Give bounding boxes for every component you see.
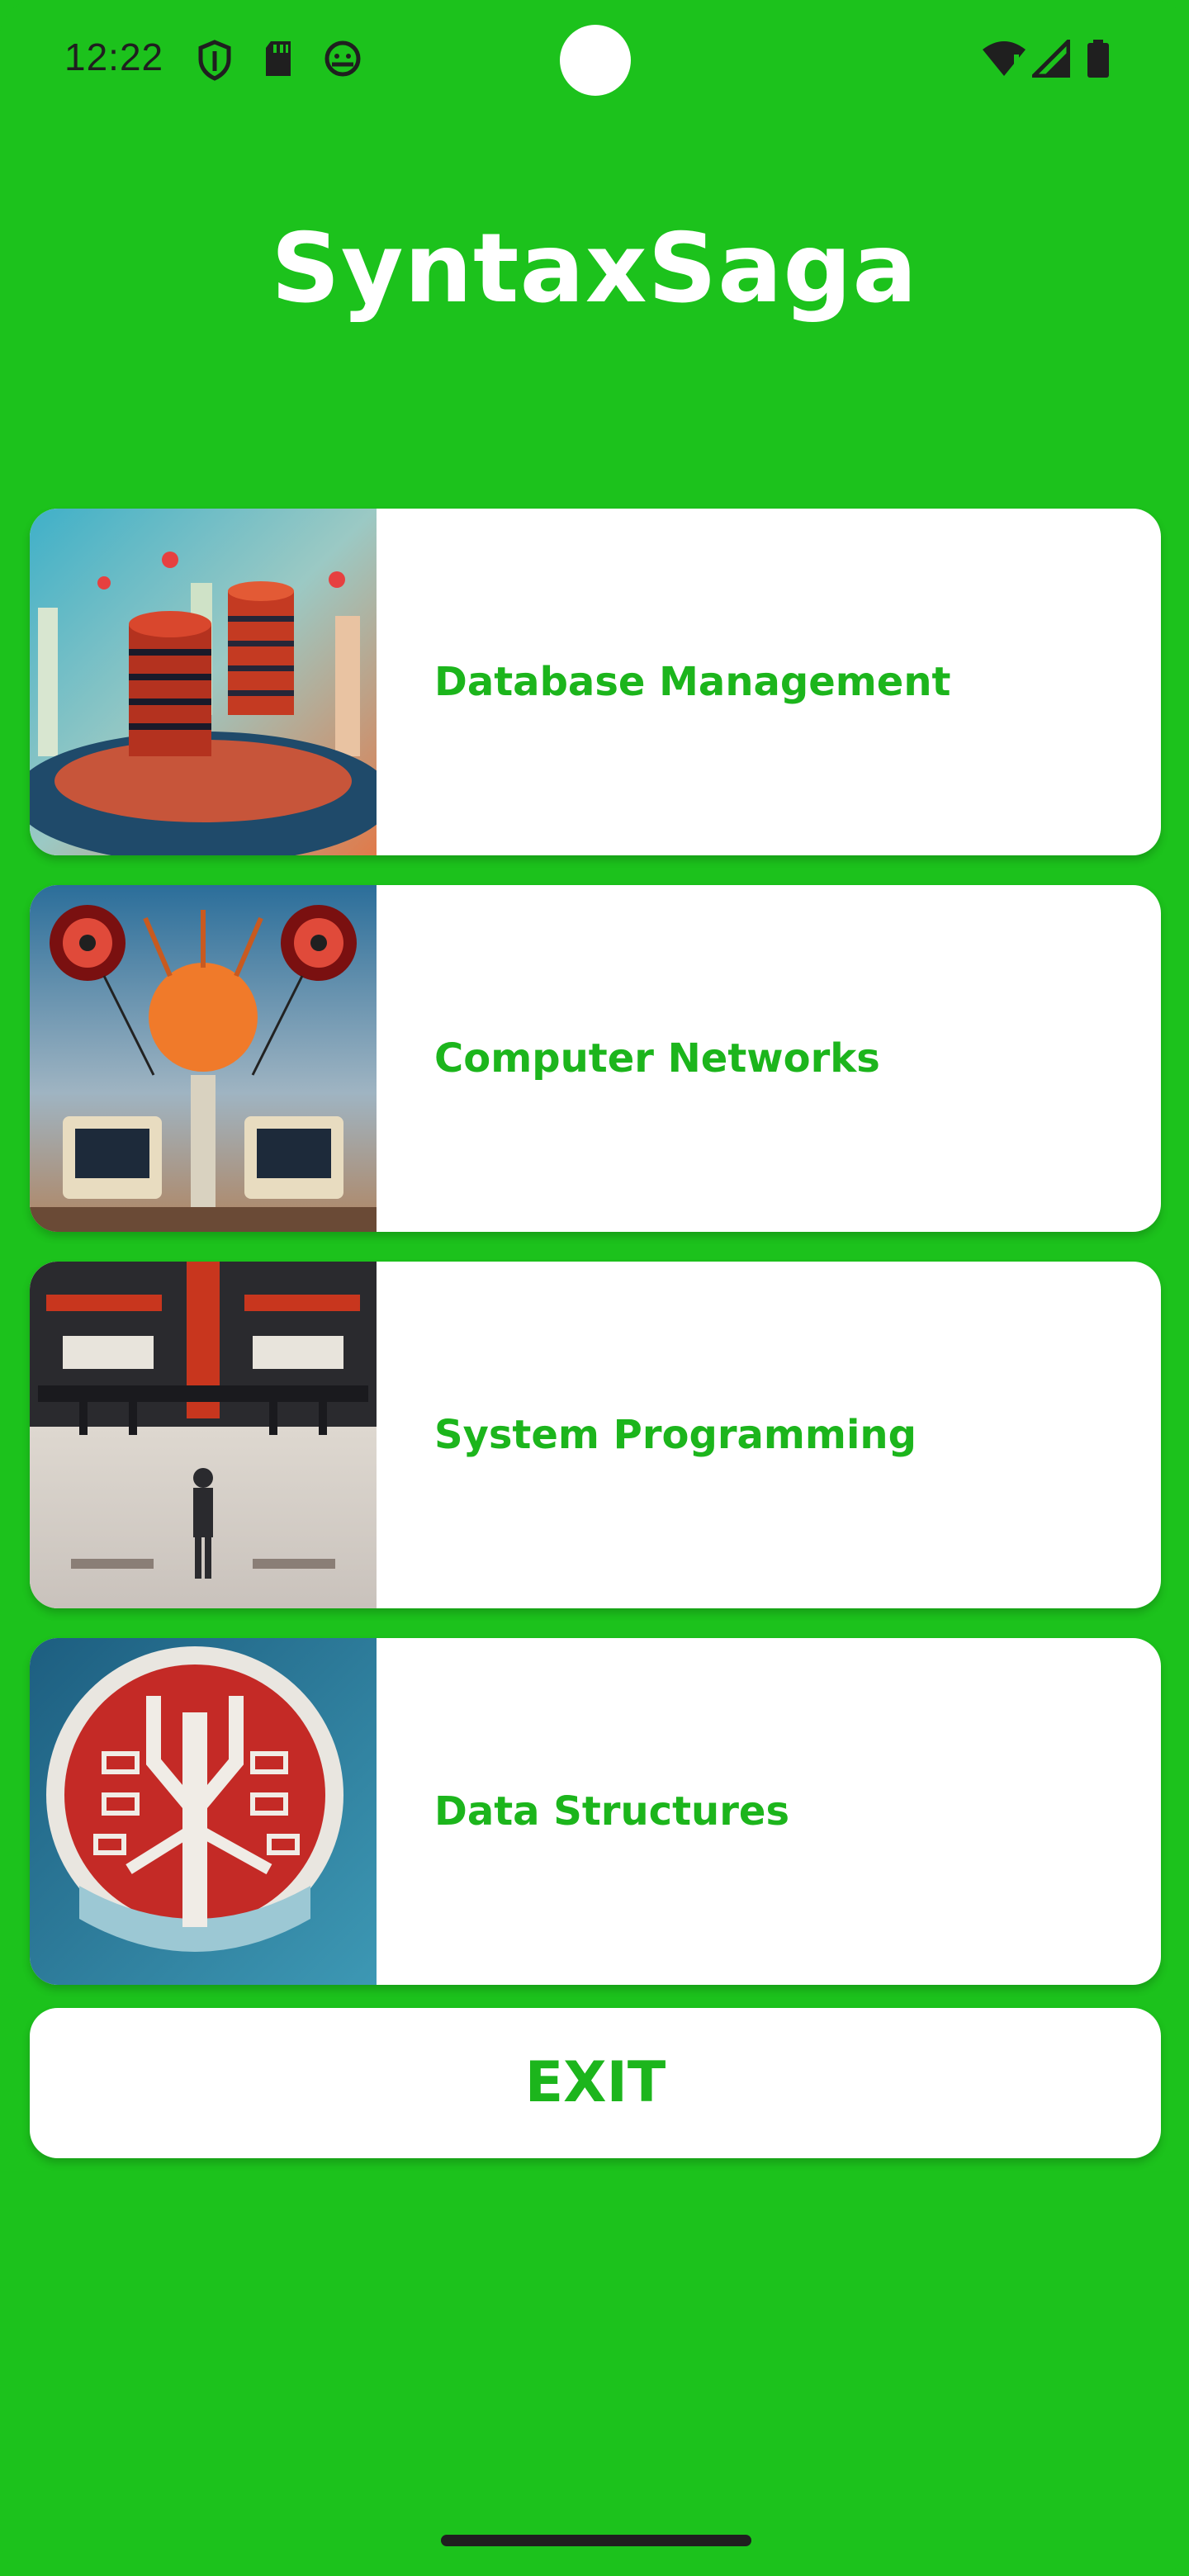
shield-icon xyxy=(197,40,233,84)
subject-card-system-programming[interactable]: System Programming xyxy=(30,1262,1161,1608)
camera-cutout xyxy=(560,25,631,96)
battery-icon xyxy=(1087,40,1110,81)
subject-label: System Programming xyxy=(434,1412,917,1458)
app-screen: 12:22 SyntaxSaga Database Management Com… xyxy=(0,0,1189,2576)
subject-card-computer-networks[interactable]: Computer Networks xyxy=(30,885,1161,1232)
system-illustration xyxy=(30,1262,377,1608)
exit-button[interactable]: EXIT xyxy=(30,2008,1161,2158)
status-time: 12:22 xyxy=(64,36,164,78)
subject-label: Computer Networks xyxy=(434,1035,880,1082)
home-indicator[interactable] xyxy=(441,2535,751,2546)
subject-card-data-structures[interactable]: Data Structures xyxy=(30,1638,1161,1985)
network-illustration xyxy=(30,885,377,1232)
signal-icon xyxy=(1028,36,1071,81)
status-bar: 12:22 xyxy=(0,0,1189,124)
android-icon xyxy=(324,40,362,81)
subject-card-database-management[interactable]: Database Management xyxy=(30,509,1161,855)
tree-structure-illustration xyxy=(30,1638,377,1985)
sd-card-icon xyxy=(263,40,294,81)
subject-label: Database Management xyxy=(434,659,951,705)
database-illustration xyxy=(30,509,377,855)
wifi-icon xyxy=(981,40,1027,81)
subject-label: Data Structures xyxy=(434,1788,790,1835)
app-title: SyntaxSaga xyxy=(271,213,918,324)
